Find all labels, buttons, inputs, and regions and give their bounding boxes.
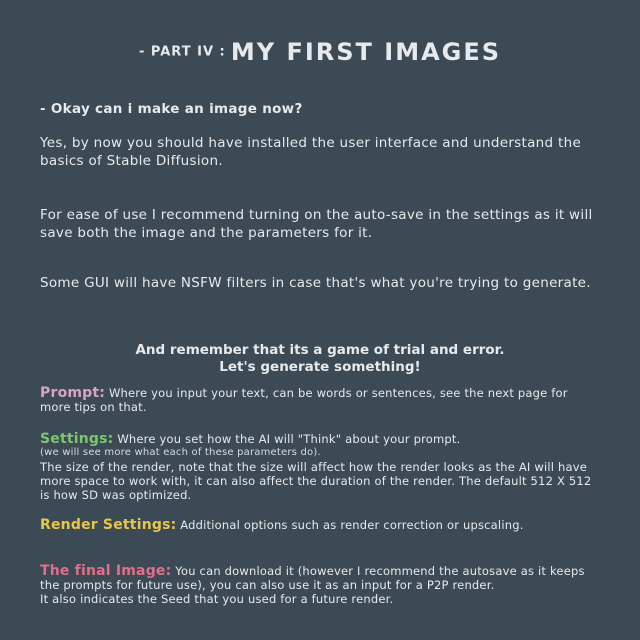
prompt-label: Prompt: <box>40 385 106 401</box>
intro-paragraph: Yes, by now you should have installed th… <box>40 135 582 169</box>
final-image-label: The final Image: <box>40 563 172 579</box>
final-image-seed-note: It also indicates the Seed that you used… <box>40 592 394 606</box>
page-header: - PART IV : MY FIRST IMAGES <box>0 38 640 66</box>
settings-section: Settings: Where you set how the AI will … <box>40 432 600 502</box>
prompt-description: Where you input your text, can be words … <box>40 386 568 414</box>
emphasis-line: Let's generate something! <box>219 359 421 375</box>
final-image-section: The final Image: You can download it (ho… <box>40 564 600 606</box>
emphasis-block: And remember that its a game of trial an… <box>0 342 640 376</box>
settings-description: Where you set how the AI will "Think" ab… <box>117 432 461 446</box>
page-title: MY FIRST IMAGES <box>230 38 502 66</box>
autosave-paragraph: For ease of use I recommend turning on t… <box>40 207 593 241</box>
render-settings-section: Render Settings: Additional options such… <box>40 518 600 532</box>
render-settings-label: Render Settings: <box>40 517 177 533</box>
render-settings-description: Additional options such as render correc… <box>180 518 524 532</box>
question-heading: - Okay can i make an image now? <box>40 101 303 117</box>
settings-size-note: The size of the render, note that the si… <box>40 460 592 502</box>
prompt-section: Prompt: Where you input your text, can b… <box>40 386 600 414</box>
nsfw-paragraph: Some GUI will have NSFW filters in case … <box>40 275 591 291</box>
emphasis-line: And remember that its a game of trial an… <box>135 342 505 358</box>
page: - PART IV : MY FIRST IMAGES - Okay can i… <box>0 0 640 640</box>
part-label: - PART IV : <box>138 44 226 60</box>
settings-label: Settings: <box>40 431 114 447</box>
settings-note: (we will see more what each of these par… <box>40 447 321 458</box>
